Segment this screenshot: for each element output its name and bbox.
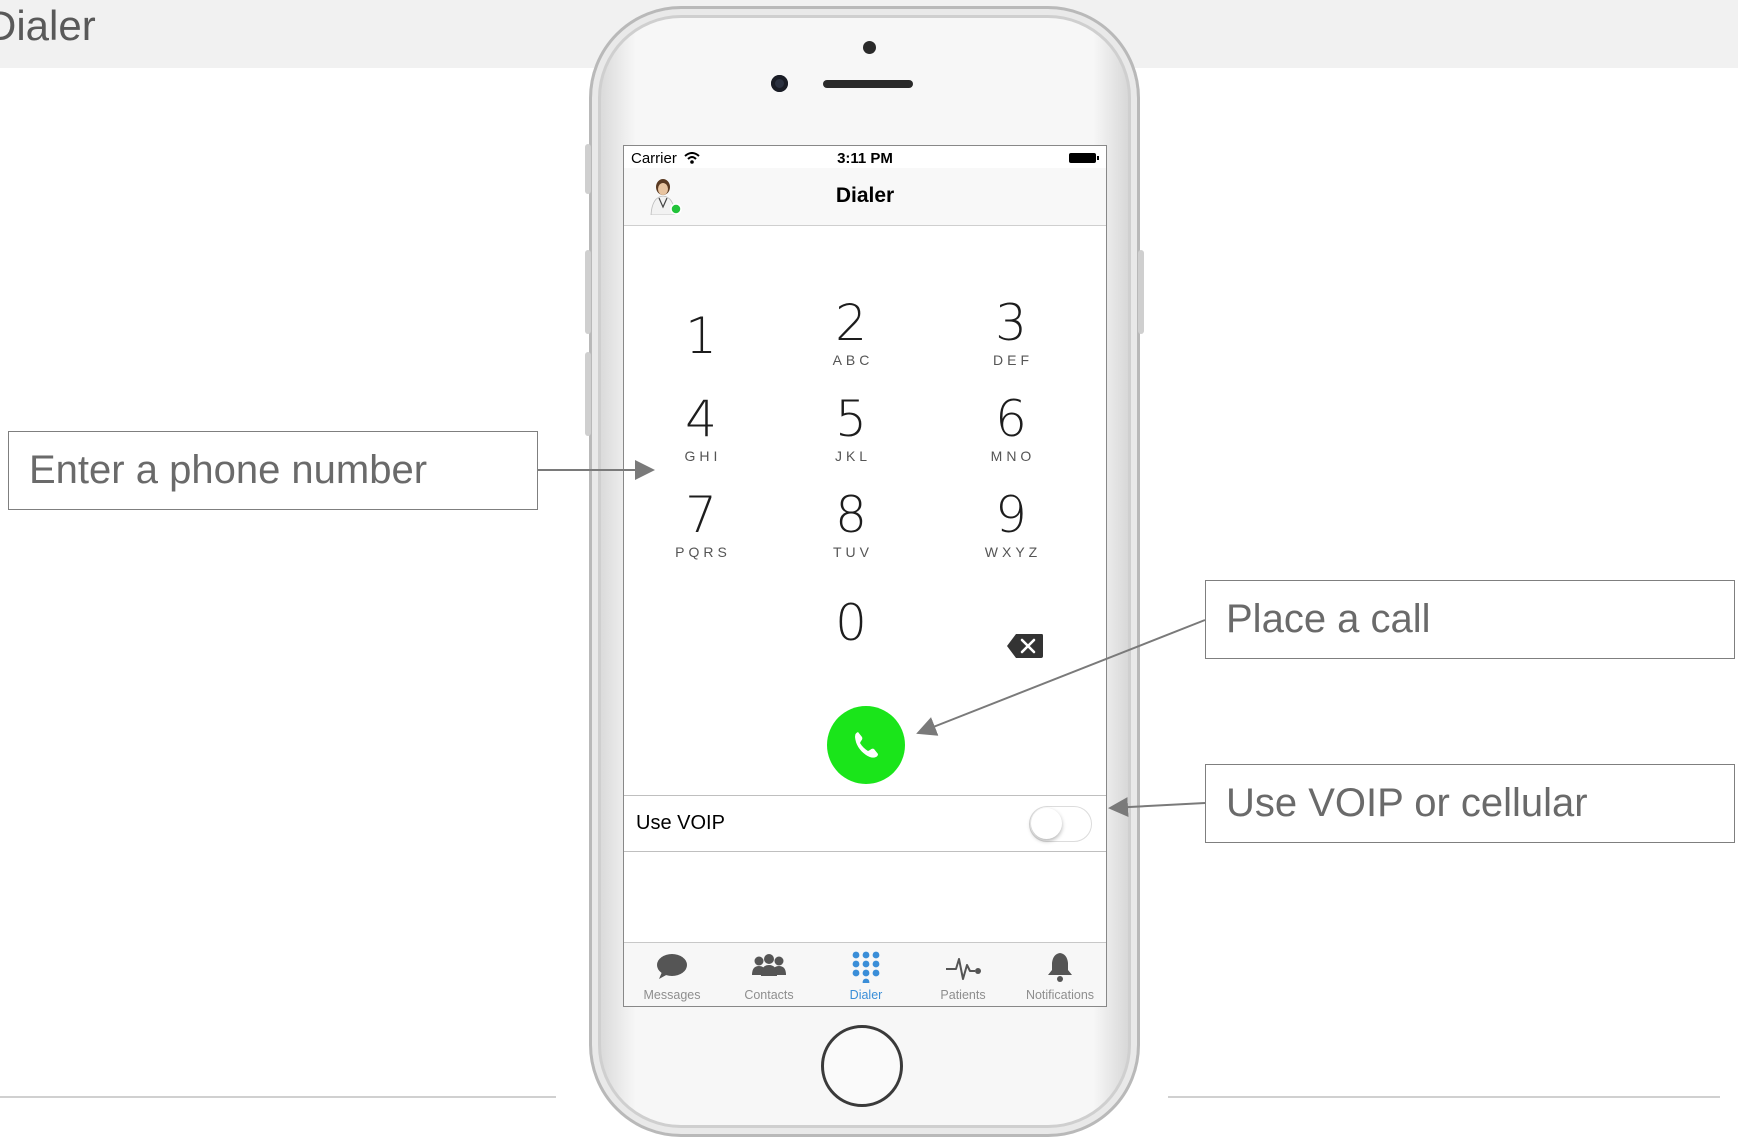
bell-icon [1048,953,1072,982]
tab-bar: Messages Contacts Dialer Patients Notifi… [624,942,1106,1006]
key-1[interactable]: 1 [636,309,766,395]
key-digit: 1 [685,307,717,365]
volume-up-button [585,250,591,334]
tab-label: Messages [643,988,701,1002]
tab-label: Dialer [849,988,883,1002]
key-0[interactable]: 0 [786,596,916,682]
keypad-icon [852,951,880,983]
tab-label: Contacts [744,988,794,1002]
key-digit: 5 [835,390,867,448]
key-letters: DEF [993,352,1033,368]
key-5[interactable]: 5 JKL [786,392,916,478]
toggle-knob [1031,808,1062,839]
phone-icon [855,732,878,758]
call-button[interactable] [827,706,905,784]
voip-row: Use VOIP [624,795,1106,852]
callout-place-call: Place a call [1205,580,1735,659]
key-letters: PQRS [675,544,731,560]
tab-contacts[interactable]: Contacts [721,943,817,1006]
footer-rule-right [1168,1096,1720,1098]
key-9[interactable]: 9 WXYZ [946,488,1076,574]
key-digit: 7 [685,486,717,544]
home-button[interactable] [821,1025,903,1107]
key-8[interactable]: 8 TUV [786,488,916,574]
tab-messages[interactable]: Messages [624,943,720,1006]
page-title: Dialer [835,184,895,207]
tab-patients[interactable]: Patients [915,943,1011,1006]
heartbeat-icon [946,958,981,980]
backspace-icon[interactable] [1006,633,1044,659]
callout-voip: Use VOIP or cellular [1205,764,1735,843]
tab-notifications[interactable]: Notifications [1012,943,1106,1006]
voip-toggle[interactable] [1029,806,1092,842]
tab-label: Patients [940,988,986,1002]
phone-screen: Carrier 3:11 PM Dialer 1 2 ABC 3 DEF 4 G… [623,145,1107,1007]
key-letters: MNO [990,448,1036,464]
earpiece-speaker [823,80,913,88]
front-camera [771,75,788,92]
voip-label: Use VOIP [636,812,725,834]
key-digit: 8 [835,486,867,544]
power-button [1138,250,1144,334]
nav-bar: Dialer [624,168,1106,226]
key-digit: 6 [995,390,1027,448]
battery-icon [1069,153,1099,163]
status-bar: Carrier 3:11 PM [624,146,1106,168]
status-time: 3:11 PM [837,150,893,167]
key-digit: 2 [835,294,867,352]
callout-enter-number: Enter a phone number [8,431,538,510]
key-letters: ABC [832,352,874,368]
key-letters: GHI [684,448,722,464]
key-7[interactable]: 7 PQRS [636,488,766,574]
key-3[interactable]: 3 DEF [946,296,1076,382]
tab-dialer[interactable]: Dialer [818,943,914,1006]
key-letters: TUV [833,544,873,560]
slide-title: Dialer [0,2,96,49]
key-letters: WXYZ [984,544,1042,560]
proximity-sensor [863,41,876,54]
key-letters: JKL [834,448,872,464]
people-icon [752,954,786,976]
tab-label: Notifications [1025,988,1095,1002]
footer-rule-left [0,1096,556,1098]
key-4[interactable]: 4 GHI [636,392,766,478]
mute-switch [585,144,591,194]
key-digit: 0 [835,594,867,652]
key-digit: 3 [995,294,1027,352]
key-6[interactable]: 6 MNO [946,392,1076,478]
key-digit: 4 [685,390,717,448]
key-digit: 9 [995,486,1027,544]
chat-bubble-icon [657,954,687,979]
key-2[interactable]: 2 ABC [786,296,916,382]
volume-down-button [585,352,591,436]
